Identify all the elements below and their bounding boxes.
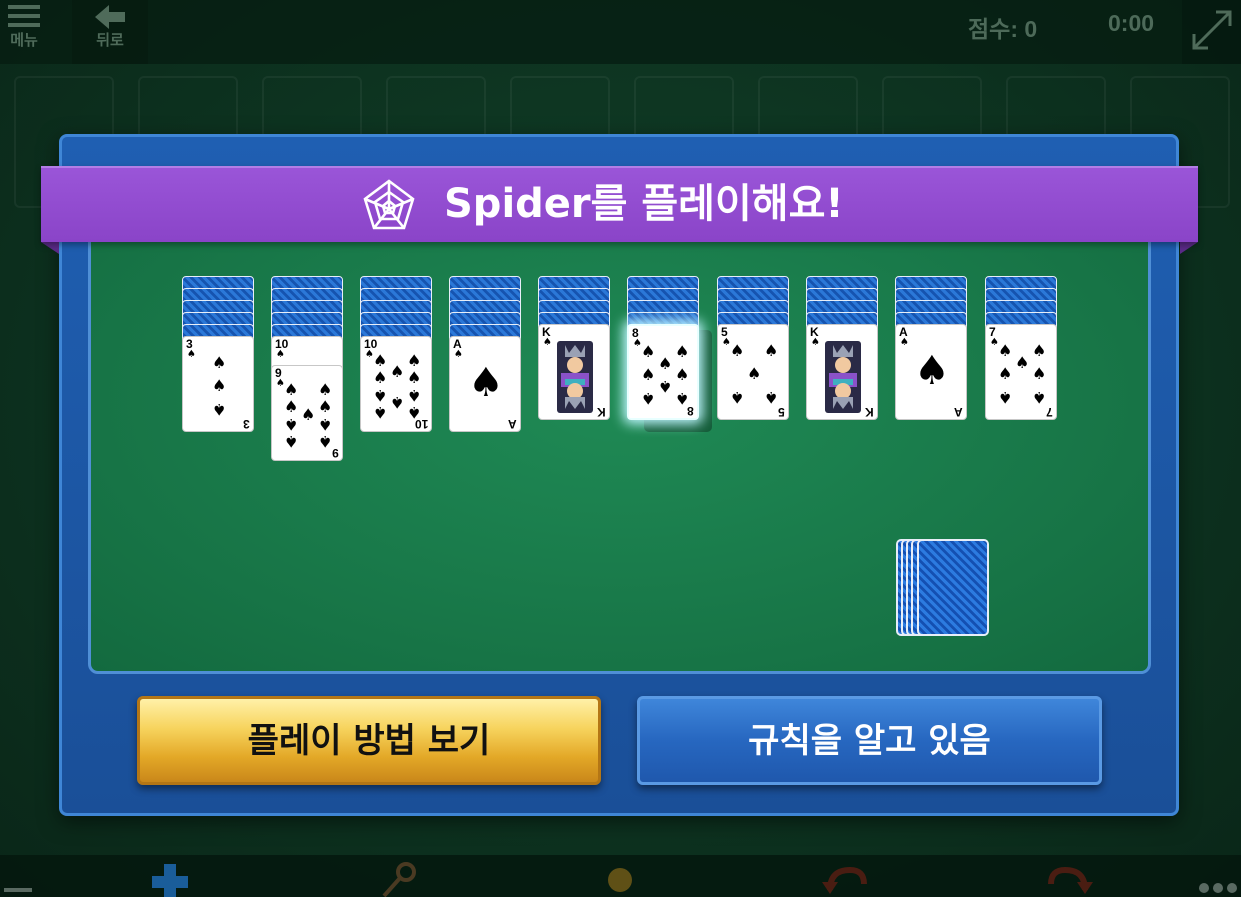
card-pip: ♠ (998, 364, 1013, 383)
redo-icon[interactable] (1045, 860, 1095, 897)
banner-fold-left (41, 242, 59, 254)
hamburger-icon[interactable] (0, 884, 36, 897)
card-rank: A (508, 417, 517, 431)
face-up-card[interactable]: 10 ♠ ♠ ♠ ♠ ♠ ♠ ♠ ♠ ♠ ♠ ♠ 10 (360, 336, 432, 432)
expand-icon (1192, 10, 1232, 50)
card-pip: ♠ (658, 354, 673, 373)
card-pip: ♠ (468, 360, 504, 406)
card-pip: ♠ (373, 403, 388, 422)
card-pip: ♠ (675, 365, 690, 384)
card-pip: ♠ (212, 400, 227, 419)
card-pip: ♠ (764, 388, 779, 407)
menu-button[interactable]: 메뉴 (0, 0, 60, 64)
lightbulb-icon[interactable] (600, 860, 640, 897)
card-rank: 9 (332, 446, 339, 460)
king-portrait (825, 341, 861, 413)
know-rules-button[interactable]: 규칙을 알고 있음 (637, 696, 1102, 785)
menu-label: 메뉴 (10, 31, 38, 49)
more-icon[interactable] (1196, 880, 1241, 897)
card-pip: ♠ (284, 397, 299, 416)
card-rank: A (954, 405, 963, 419)
card-pip: ♠ (318, 380, 333, 399)
card-pip: ♠ (301, 405, 316, 424)
card-pip: ♠ (730, 388, 745, 407)
face-up-card[interactable]: A ♠ ♠ A (895, 324, 967, 420)
card-pip: ♠ (730, 341, 745, 360)
face-up-card[interactable]: 3 ♠ ♠ ♠ ♠ 3 (182, 336, 254, 432)
stock-card[interactable] (917, 539, 989, 636)
card-rank: 8 (687, 404, 694, 418)
card-pip: ♠ (407, 351, 422, 370)
card-pip: ♠ (998, 388, 1013, 407)
card-rank: K (597, 405, 606, 419)
card-suit-icon: ♠ (187, 349, 196, 360)
card-rank: K (865, 405, 874, 419)
card-suit-icon: ♠ (276, 349, 285, 360)
card-pip: ♠ (998, 341, 1013, 360)
card-pip: ♠ (407, 368, 422, 387)
card-pip: ♠ (284, 432, 299, 451)
face-up-card[interactable]: A ♠ ♠ A (449, 336, 521, 432)
card-pip: ♠ (1032, 388, 1047, 407)
undo-icon[interactable] (820, 860, 870, 897)
timer-display: 0:00 (1108, 10, 1155, 36)
card-pip: ♠ (764, 341, 779, 360)
face-up-card[interactable]: 8 ♠ ♠ ♠ ♠ ♠ ♠ ♠ ♠ ♠ 8 (627, 324, 699, 420)
fullscreen-button[interactable] (1182, 0, 1241, 64)
card-pip: ♠ (373, 368, 388, 387)
card-pip: ♠ (407, 386, 422, 405)
card-pip: ♠ (390, 393, 405, 412)
card-pip: ♠ (318, 432, 333, 451)
spider-web-icon (363, 179, 415, 230)
card-rank: 7 (1046, 405, 1053, 419)
face-up-card[interactable]: 9 ♠ ♠ ♠ ♠ ♠ ♠ ♠ ♠ ♠ ♠ 9 (271, 365, 343, 461)
card-pip: ♠ (1032, 341, 1047, 360)
card-pip: ♠ (390, 362, 405, 381)
card-pip: ♠ (675, 342, 690, 361)
card-pip: ♠ (641, 389, 656, 408)
face-up-card[interactable]: K ♠ K (538, 324, 610, 420)
card-pip: ♠ (318, 397, 333, 416)
card-pip: ♠ (318, 415, 333, 434)
card-pip: ♠ (212, 376, 227, 395)
card-pip: ♠ (641, 365, 656, 384)
card-pip: ♠ (373, 351, 388, 370)
card-pip: ♠ (747, 364, 762, 383)
back-arrow-icon (95, 5, 125, 29)
back-button[interactable]: 뒤로 (72, 0, 148, 64)
banner-fold-right (1180, 242, 1198, 254)
card-pip: ♠ (373, 386, 388, 405)
back-label: 뒤로 (96, 31, 124, 49)
top-bar (0, 0, 1241, 64)
how-to-play-button[interactable]: 플레이 방법 보기 (137, 696, 601, 785)
face-up-card[interactable]: 5 ♠ ♠ ♠ ♠ ♠ ♠ 5 (717, 324, 789, 420)
key-icon[interactable] (378, 860, 418, 897)
card-pip: ♠ (284, 415, 299, 434)
card-suit-icon: ♠ (900, 337, 909, 348)
card-pip: ♠ (641, 342, 656, 361)
card-pip: ♠ (212, 353, 227, 372)
card-rank: 5 (778, 405, 785, 419)
card-pip: ♠ (914, 348, 950, 394)
hamburger-icon (8, 5, 40, 27)
score-display: 점수: 0 (968, 16, 1038, 42)
face-up-card[interactable]: K ♠ K (806, 324, 878, 420)
card-pip: ♠ (1015, 353, 1030, 372)
card-rank: 10 (414, 417, 428, 431)
card-rank: 3 (243, 417, 250, 431)
card-pip: ♠ (1032, 364, 1047, 383)
card-suit-icon: ♠ (454, 349, 463, 360)
king-portrait (557, 341, 593, 413)
face-up-card[interactable]: 7 ♠ ♠ ♠ ♠ ♠ ♠ ♠ ♠ 7 (985, 324, 1057, 420)
card-pip: ♠ (284, 380, 299, 399)
dialog-title: Spider를 플레이해요! (444, 181, 844, 227)
card-pip: ♠ (658, 377, 673, 396)
plus-icon[interactable] (150, 860, 190, 897)
